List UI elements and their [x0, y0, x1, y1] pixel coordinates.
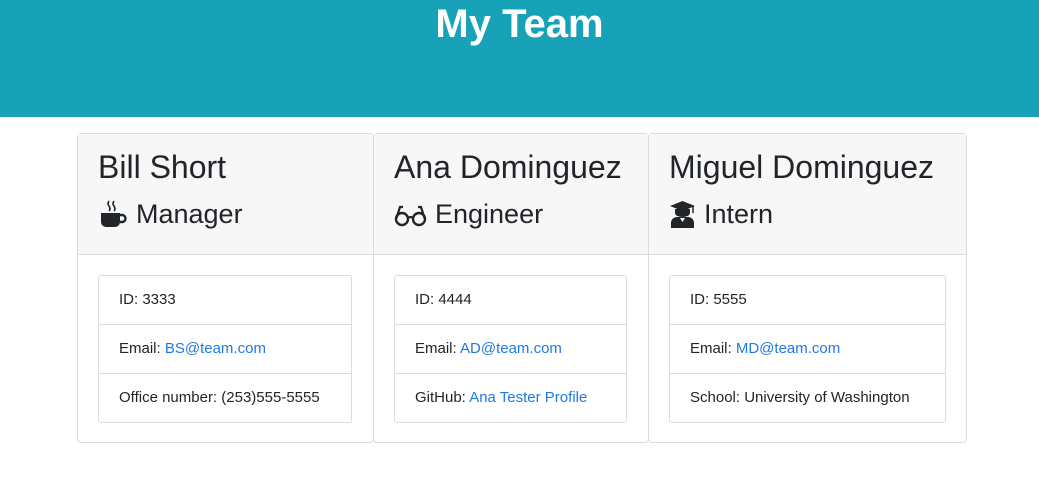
list-item-id: ID: 4444 [395, 276, 626, 325]
school-value: University of Washington [744, 389, 910, 406]
email-link[interactable]: AD@team.com [460, 340, 562, 357]
github-label: GitHub: [415, 389, 470, 406]
github-link[interactable]: Ana Tester Profile [469, 389, 587, 406]
list-item-id: ID: 5555 [670, 276, 945, 325]
card-header: Miguel Dominguez Intern [649, 134, 966, 255]
role-label: Intern [704, 199, 774, 229]
list-item-email: Email: AD@team.com [395, 325, 626, 374]
employee-card-engineer: Ana Dominguez Engineer ID: 4444 Email: A… [373, 133, 649, 443]
id-value: 4444 [438, 291, 472, 308]
list-item-email: Email: MD@team.com [670, 325, 945, 374]
graduate-icon [669, 199, 696, 229]
id-label: ID: [119, 291, 143, 308]
employee-details-list: ID: 5555 Email: MD@team.com School: Univ… [669, 275, 946, 423]
employee-card-intern: Miguel Dominguez Intern ID: 5555 Email: … [648, 133, 967, 443]
employee-name: Ana Dominguez [394, 149, 622, 185]
list-item-email: Email: BS@team.com [99, 325, 351, 374]
employee-name: Miguel Dominguez [669, 149, 935, 185]
list-item-id: ID: 3333 [99, 276, 351, 325]
office-number-value: (253)555-5555 [221, 389, 320, 406]
employee-role: Engineer [394, 197, 543, 231]
role-label: Manager [136, 199, 243, 229]
email-label: Email: [119, 340, 165, 357]
employee-card-manager: Bill Short Manager ID: 3333 Email: BS@te… [77, 133, 374, 443]
email-label: Email: [415, 340, 461, 357]
id-label: ID: [415, 291, 439, 308]
glasses-icon [394, 199, 427, 229]
role-label: Engineer [435, 199, 544, 229]
list-item-office-number: Office number: (253)555-5555 [99, 374, 351, 422]
employee-details-list: ID: 3333 Email: BS@team.com Office numbe… [98, 275, 352, 423]
id-value: 3333 [142, 291, 176, 308]
employee-role: Intern [669, 197, 773, 231]
office-number-label: Office number: [119, 389, 222, 406]
card-header: Ana Dominguez Engineer [374, 134, 648, 255]
coffee-mug-icon [98, 199, 128, 229]
page-title: My Team [435, 2, 604, 46]
employee-details-list: ID: 4444 Email: AD@team.com GitHub: Ana … [394, 275, 627, 423]
employee-name: Bill Short [98, 149, 227, 185]
list-item-school: School: University of Washington [670, 374, 945, 422]
email-link[interactable]: MD@team.com [736, 340, 840, 357]
page-header: My Team [0, 0, 1039, 117]
id-value: 5555 [713, 291, 747, 308]
id-label: ID: [690, 291, 714, 308]
list-item-github: GitHub: Ana Tester Profile [395, 374, 626, 422]
card-header: Bill Short Manager [78, 134, 373, 255]
email-label: Email: [690, 340, 736, 357]
employee-role: Manager [98, 197, 243, 231]
school-label: School: [690, 389, 745, 406]
email-link[interactable]: BS@team.com [165, 340, 266, 357]
